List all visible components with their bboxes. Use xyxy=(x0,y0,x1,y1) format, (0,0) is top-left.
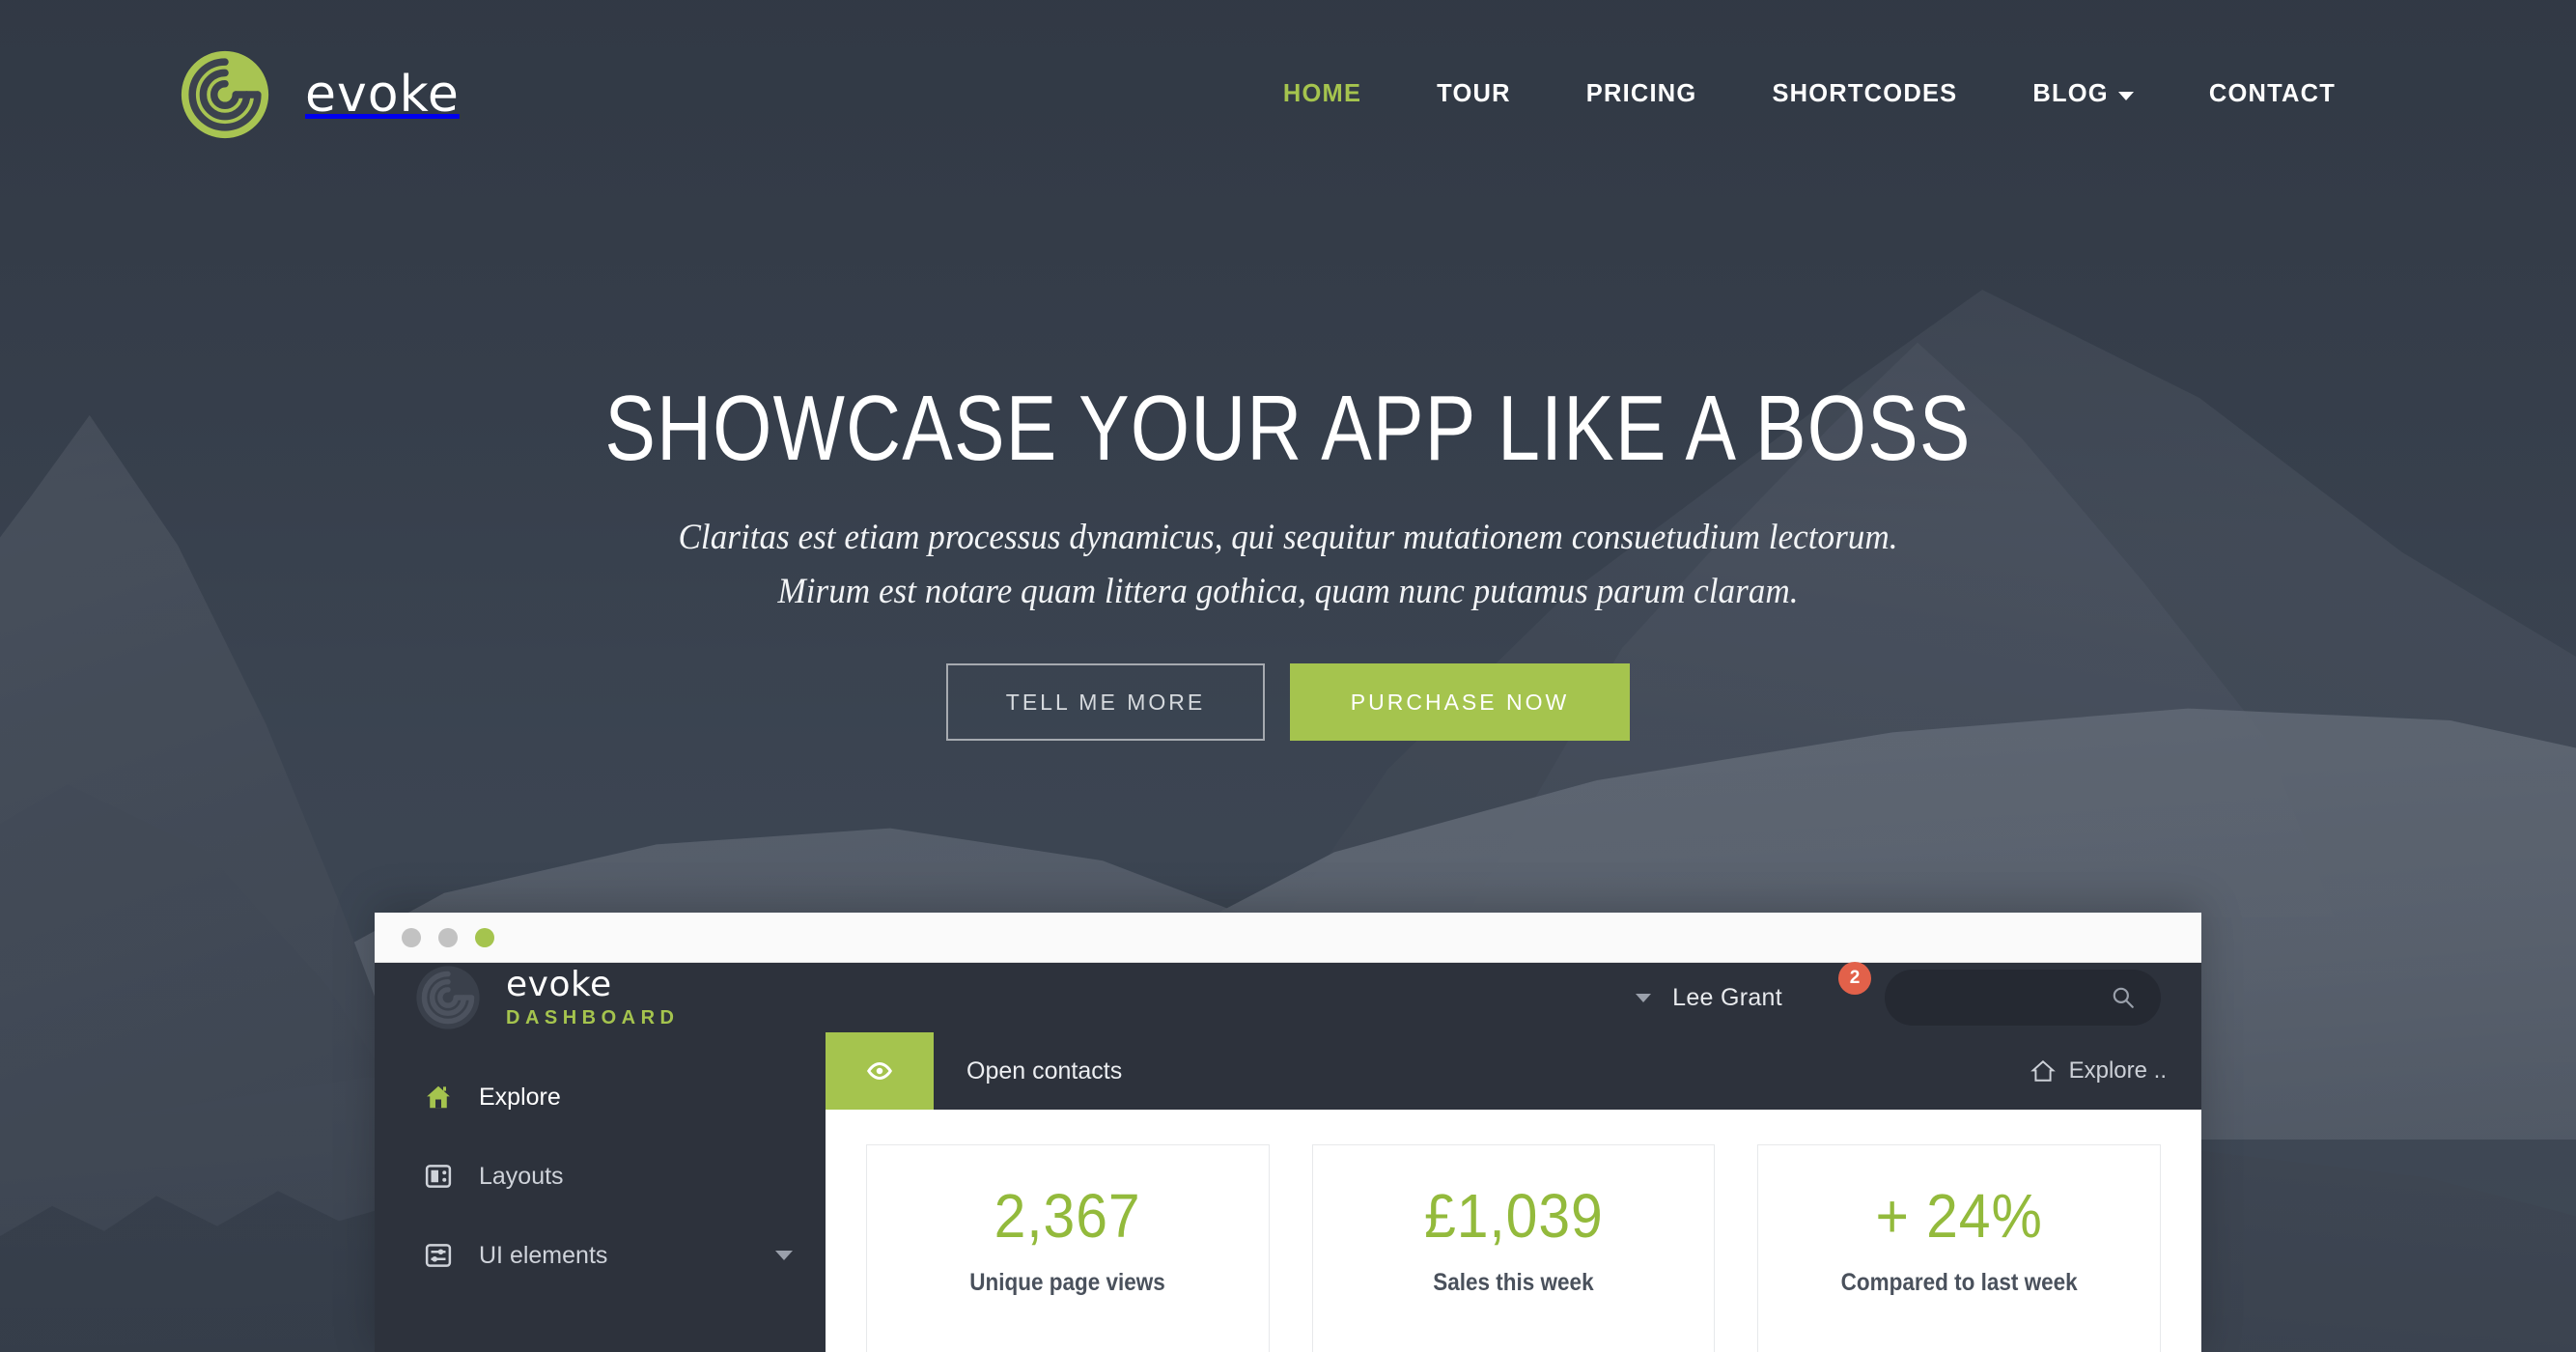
sidebar-label-layouts: Layouts xyxy=(479,1162,564,1190)
brand-name: evoke xyxy=(305,65,460,124)
nav-item-home[interactable]: HOME xyxy=(1246,80,1399,108)
dashboard-sidebar: Explore Layouts UI elements xyxy=(375,1032,826,1352)
nav-label-home: HOME xyxy=(1282,80,1362,107)
search-icon xyxy=(2113,987,2134,1008)
evoke-spiral-logo-icon xyxy=(180,49,270,140)
tell-me-more-button[interactable]: TELL ME MORE xyxy=(946,663,1265,742)
content-header-bar: Open contacts Explore .. xyxy=(826,1032,2201,1110)
window-dot-maximize-icon[interactable] xyxy=(475,927,494,947)
nav-item-contact[interactable]: CONTACT xyxy=(2171,80,2373,108)
brand-logo-link[interactable]: evoke xyxy=(180,49,460,140)
dashboard-topbar-right: Lee Grant 2 xyxy=(1636,962,2161,1028)
sliders-icon xyxy=(423,1240,454,1271)
page-title: SHOWCASE YOUR APP LIKE A BOSS xyxy=(604,377,1972,480)
evoke-spiral-logo-icon xyxy=(415,965,481,1030)
stat-label: Unique page views xyxy=(969,1269,1166,1296)
avatar[interactable]: 2 xyxy=(1804,962,1871,1028)
sidebar-item-explore[interactable]: Explore xyxy=(375,1057,826,1137)
nav-label-shortcodes: SHORTCODES xyxy=(1772,80,1958,107)
nav-label-pricing: PRICING xyxy=(1585,80,1697,107)
user-name-label[interactable]: Lee Grant xyxy=(1672,984,1782,1012)
nav-item-blog[interactable]: BLOG xyxy=(1995,80,2170,108)
nav-label-tour: TOUR xyxy=(1437,80,1511,107)
stat-card-sales: £1,039 Sales this week xyxy=(1311,1144,1716,1352)
dashboard-main: Explore Layouts UI elements Open contact… xyxy=(375,1032,2201,1352)
dashboard-brand[interactable]: evoke DASHBOARD xyxy=(415,965,680,1030)
dashboard-brand-text: evoke DASHBOARD xyxy=(506,966,680,1030)
stat-label: Compared to last week xyxy=(1840,1269,2078,1296)
stat-value: 2,367 xyxy=(994,1181,1141,1251)
stat-card-comparison: + 24% Compared to last week xyxy=(1757,1144,2162,1352)
home-icon xyxy=(423,1082,454,1113)
site-navbar: evoke HOME TOUR PRICING SHORTCODES BLOG … xyxy=(0,0,2576,188)
sidebar-item-layouts[interactable]: Layouts xyxy=(375,1137,826,1216)
chevron-down-icon xyxy=(2117,91,2134,100)
breadcrumb-text: Explore .. xyxy=(2068,1057,2167,1084)
layout-icon xyxy=(423,1161,454,1192)
dashboard-topbar: evoke DASHBOARD Lee Grant 2 xyxy=(375,962,2201,1032)
dashboard-search-input[interactable] xyxy=(1885,970,2161,1026)
nav-label-contact: CONTACT xyxy=(2208,80,2336,107)
stat-value: £1,039 xyxy=(1423,1181,1604,1251)
hero-subtitle-line1: Claritas est etiam processus dynamicus, … xyxy=(678,517,1898,557)
nav-item-pricing[interactable]: PRICING xyxy=(1549,80,1735,108)
dashboard-brand-name: evoke xyxy=(506,964,612,1004)
stat-card-page-views: 2,367 Unique page views xyxy=(866,1144,1270,1352)
main-navigation: HOME TOUR PRICING SHORTCODES BLOG CONTAC… xyxy=(1246,80,2373,108)
hero-subtitle: Claritas est etiam processus dynamicus, … xyxy=(65,511,2512,619)
stat-value: + 24% xyxy=(1875,1181,2043,1251)
nav-label-blog: BLOG xyxy=(2032,80,2109,107)
nav-item-shortcodes[interactable]: SHORTCODES xyxy=(1734,80,1995,108)
breadcrumb[interactable]: Explore .. xyxy=(2030,1057,2167,1084)
dashboard-browser-mockup: evoke DASHBOARD Lee Grant 2 Explore Layo… xyxy=(375,913,2201,1352)
notification-badge[interactable]: 2 xyxy=(1838,962,1871,995)
dashboard-content: Open contacts Explore .. 2,367 Unique pa… xyxy=(826,1032,2201,1352)
dashboard-brand-subtitle: DASHBOARD xyxy=(506,1007,680,1029)
window-dot-minimize-icon[interactable] xyxy=(438,927,458,947)
sidebar-item-ui-elements[interactable]: UI elements xyxy=(375,1216,826,1295)
sidebar-label-ui-elements: UI elements xyxy=(479,1241,608,1269)
chevron-down-icon[interactable] xyxy=(775,1251,793,1260)
hero-cta-group: TELL ME MORE PURCHASE NOW xyxy=(0,663,2576,742)
open-contacts-tab[interactable] xyxy=(826,1032,934,1110)
browser-titlebar xyxy=(375,913,2201,963)
sidebar-label-explore: Explore xyxy=(479,1083,561,1111)
stat-label: Sales this week xyxy=(1433,1269,1594,1296)
hero-subtitle-line2: Mirum est notare quam littera gothica, q… xyxy=(777,572,1799,612)
nav-item-tour[interactable]: TOUR xyxy=(1399,80,1549,108)
stat-cards: 2,367 Unique page views £1,039 Sales thi… xyxy=(826,1110,2201,1352)
eye-icon xyxy=(867,1061,892,1081)
window-dot-close-icon[interactable] xyxy=(402,927,421,947)
chevron-down-icon[interactable] xyxy=(1636,993,1652,1002)
dashboard-app: evoke DASHBOARD Lee Grant 2 Explore Layo… xyxy=(375,962,2201,1352)
purchase-now-button[interactable]: PURCHASE NOW xyxy=(1290,663,1630,742)
content-title: Open contacts xyxy=(966,1056,1123,1084)
home-icon xyxy=(2030,1059,2056,1082)
